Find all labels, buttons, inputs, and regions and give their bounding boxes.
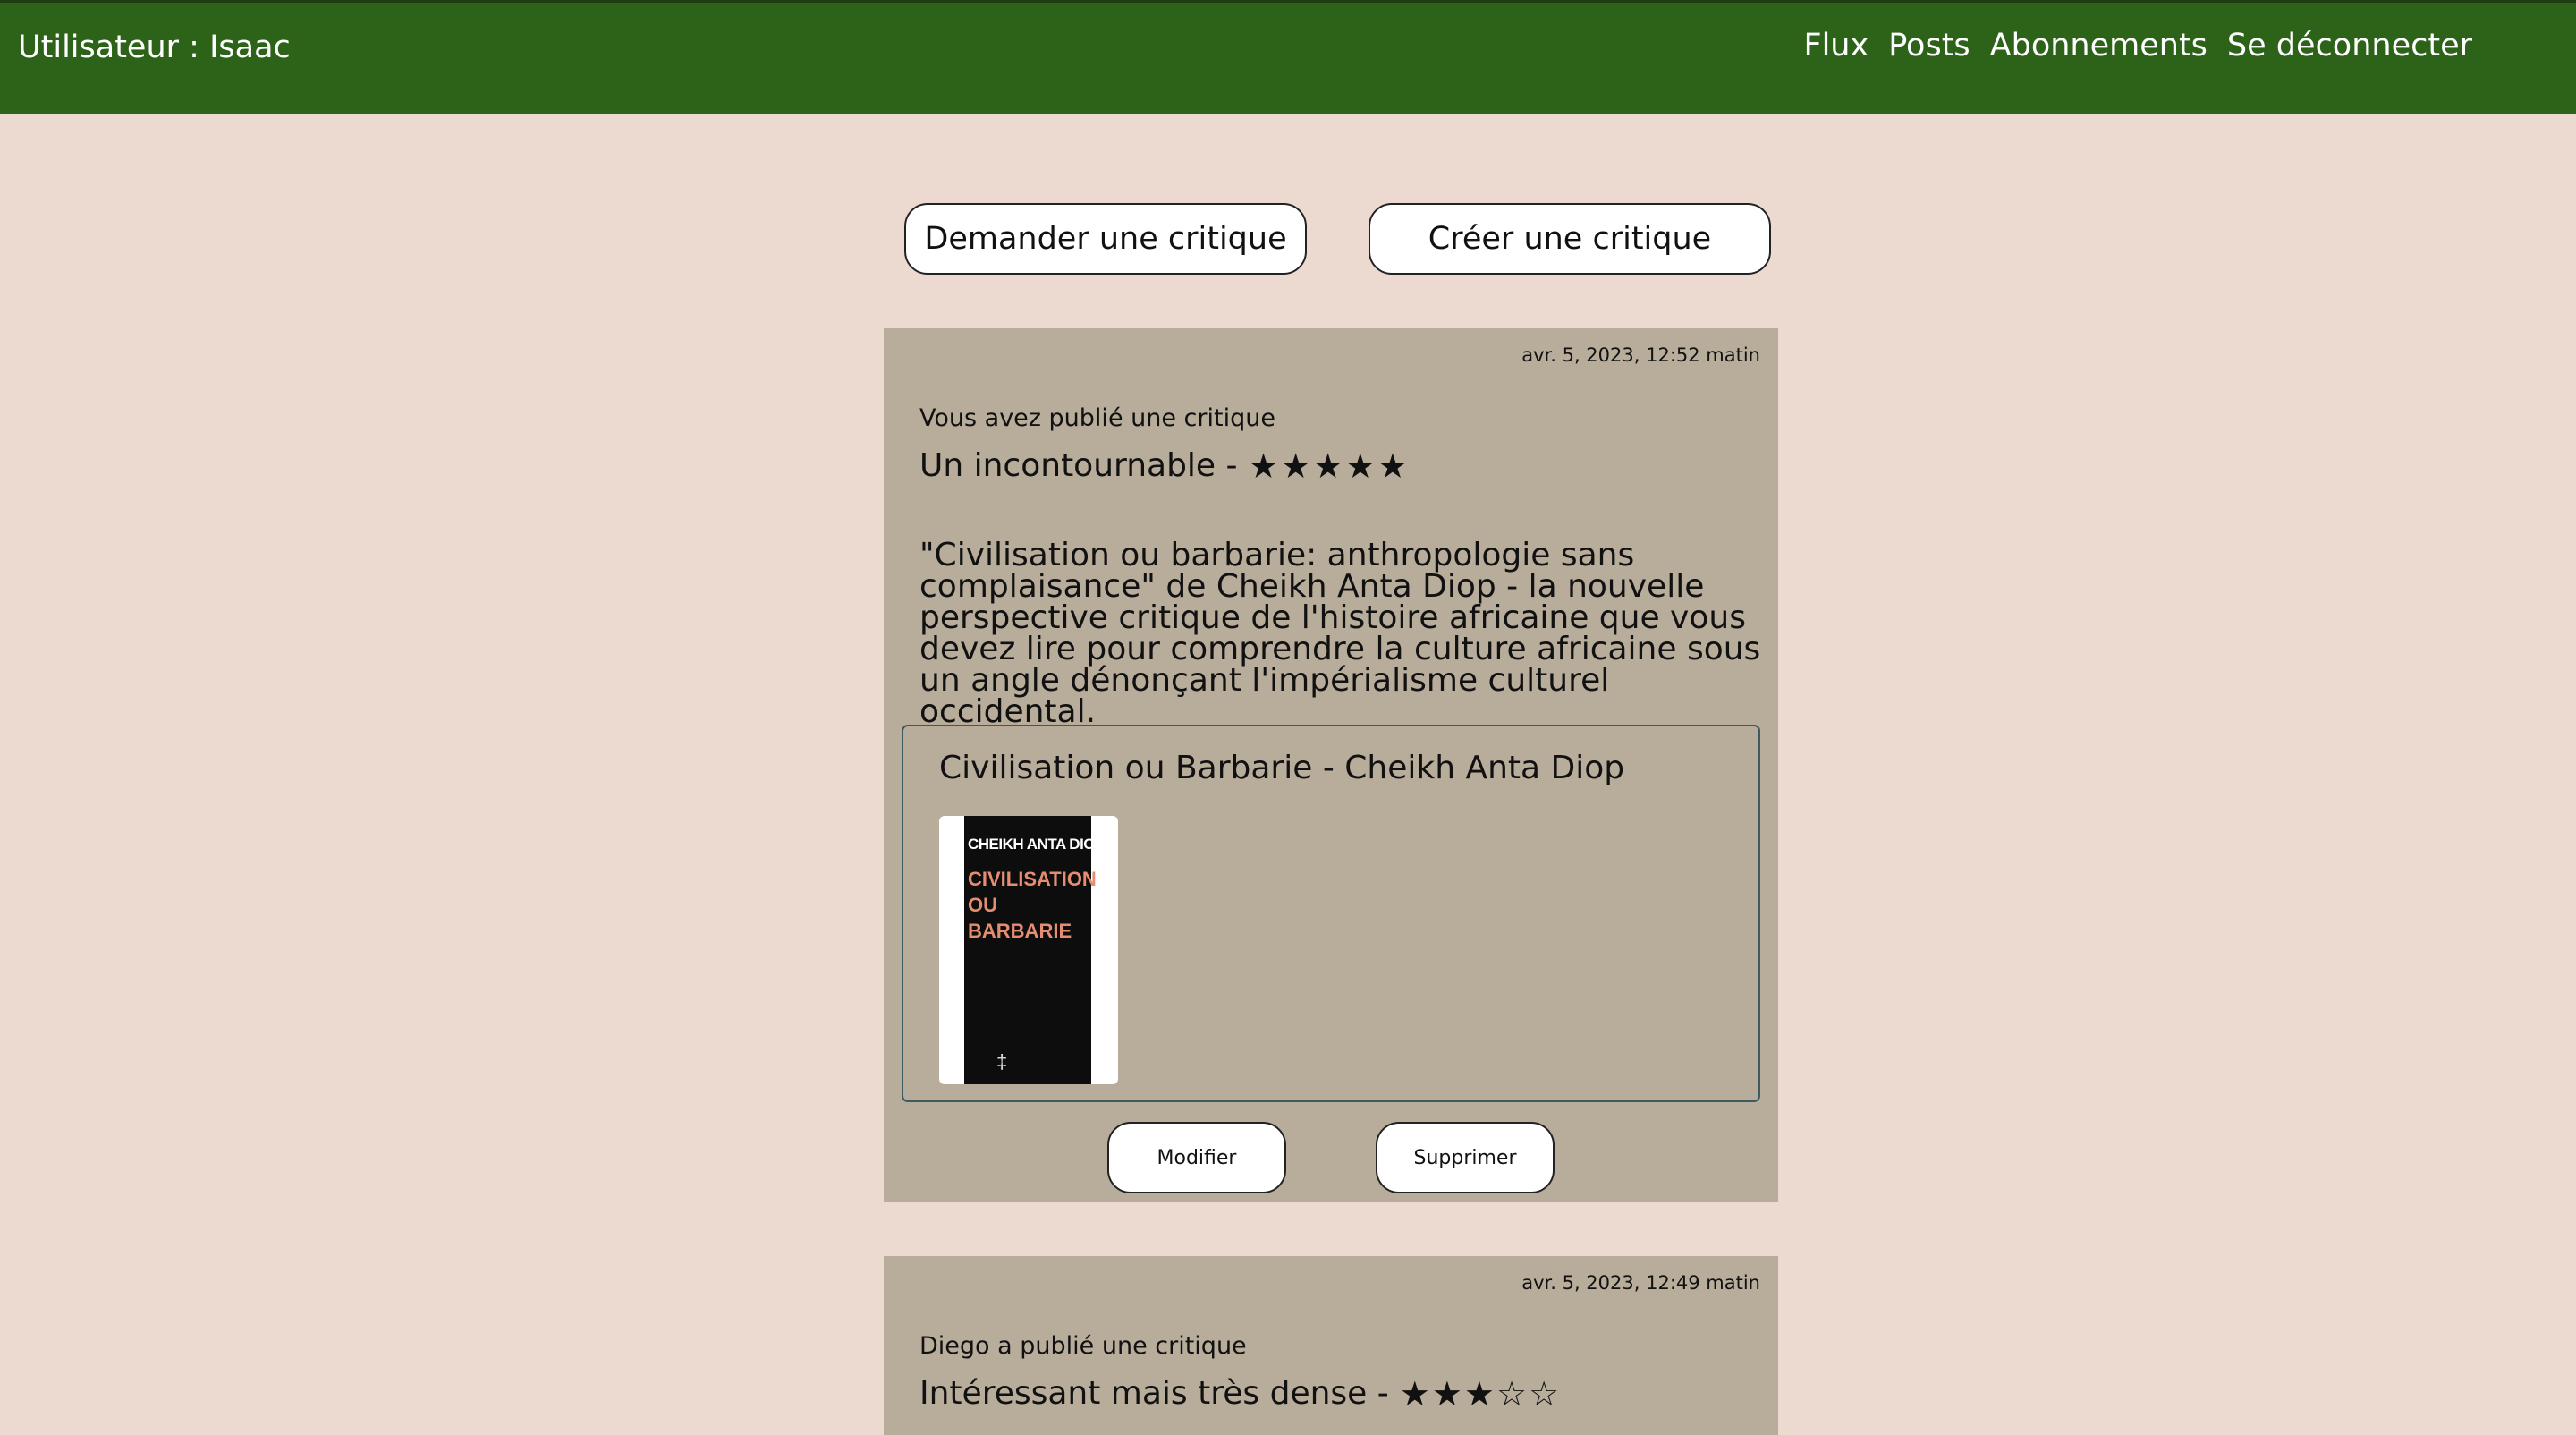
nav-link-flux[interactable]: Flux <box>1803 28 1868 64</box>
nav-link-abonnements[interactable]: Abonnements <box>1990 28 2207 64</box>
review-headline-text: Un incontournable - <box>919 447 1238 484</box>
rating-stars: ★ ★ ★ ★ ★ <box>1249 449 1410 483</box>
post-date: avr. 5, 2023, 12:52 matin <box>1521 344 1760 366</box>
filled-star-icon: ★ <box>1312 446 1343 486</box>
cover-title: CIVILISATION OU BARBARIE <box>968 866 1097 944</box>
review-post: avr. 5, 2023, 12:52 matin Vous avez publ… <box>884 328 1778 1202</box>
review-post: avr. 5, 2023, 12:49 matin Diego a publié… <box>884 1256 1778 1435</box>
filled-star-icon: ★ <box>1280 446 1311 486</box>
empty-star-icon: ☆ <box>1529 1373 1560 1414</box>
cover-title-line: OU <box>968 894 997 916</box>
post-author-line: Diego a publié une critique <box>919 1332 1247 1360</box>
filled-star-icon: ★ <box>1463 1373 1495 1414</box>
book-cover-art: CHEIKH ANTA DIOP CIVILISATION OU BARBARI… <box>964 816 1105 1084</box>
ask-review-button[interactable]: Demander une critique <box>904 203 1307 275</box>
cover-title-line: BARBARIE <box>968 920 1072 942</box>
rating-stars: ★ ★ ★ ☆ ☆ <box>1400 1377 1561 1411</box>
post-date: avr. 5, 2023, 12:49 matin <box>1521 1272 1760 1294</box>
empty-star-icon: ☆ <box>1496 1373 1528 1414</box>
current-user-label: Utilisateur : Isaac <box>18 30 291 65</box>
delete-button[interactable]: Supprimer <box>1376 1122 1555 1193</box>
review-headline: Un incontournable - ★ ★ ★ ★ ★ <box>919 447 1410 484</box>
filled-star-icon: ★ <box>1377 446 1408 486</box>
edit-button[interactable]: Modifier <box>1107 1122 1286 1193</box>
filled-star-icon: ★ <box>1344 446 1376 486</box>
cover-author: CHEIKH ANTA DIOP <box>968 836 1105 853</box>
ticket-box: Civilisation ou Barbarie - Cheikh Anta D… <box>902 725 1760 1102</box>
review-body: "Civilisation ou barbarie: anthropologie… <box>919 537 1761 730</box>
main-nav: Flux Posts Abonnements Se déconnecter <box>1803 28 2472 64</box>
post-author-line: Vous avez publié une critique <box>919 404 1275 432</box>
filled-star-icon: ★ <box>1431 1373 1462 1414</box>
nav-link-logout[interactable]: Se déconnecter <box>2227 28 2472 64</box>
review-headline-text: Intéressant mais très dense - <box>919 1375 1389 1412</box>
nav-link-posts[interactable]: Posts <box>1888 28 1970 64</box>
book-cover-image: CHEIKH ANTA DIOP CIVILISATION OU BARBARI… <box>939 816 1118 1084</box>
cover-title-line: CIVILISATION <box>968 868 1097 890</box>
create-review-button[interactable]: Créer une critique <box>1368 203 1771 275</box>
top-navbar: Utilisateur : Isaac Flux Posts Abonnemen… <box>0 0 2576 114</box>
filled-star-icon: ★ <box>1399 1373 1430 1414</box>
review-headline: Intéressant mais très dense - ★ ★ ★ ☆ ☆ <box>919 1375 1561 1412</box>
publisher-logo-icon: ‡ <box>996 1050 1008 1073</box>
filled-star-icon: ★ <box>1248 446 1279 486</box>
ticket-title: Civilisation ou Barbarie - Cheikh Anta D… <box>939 750 1625 786</box>
